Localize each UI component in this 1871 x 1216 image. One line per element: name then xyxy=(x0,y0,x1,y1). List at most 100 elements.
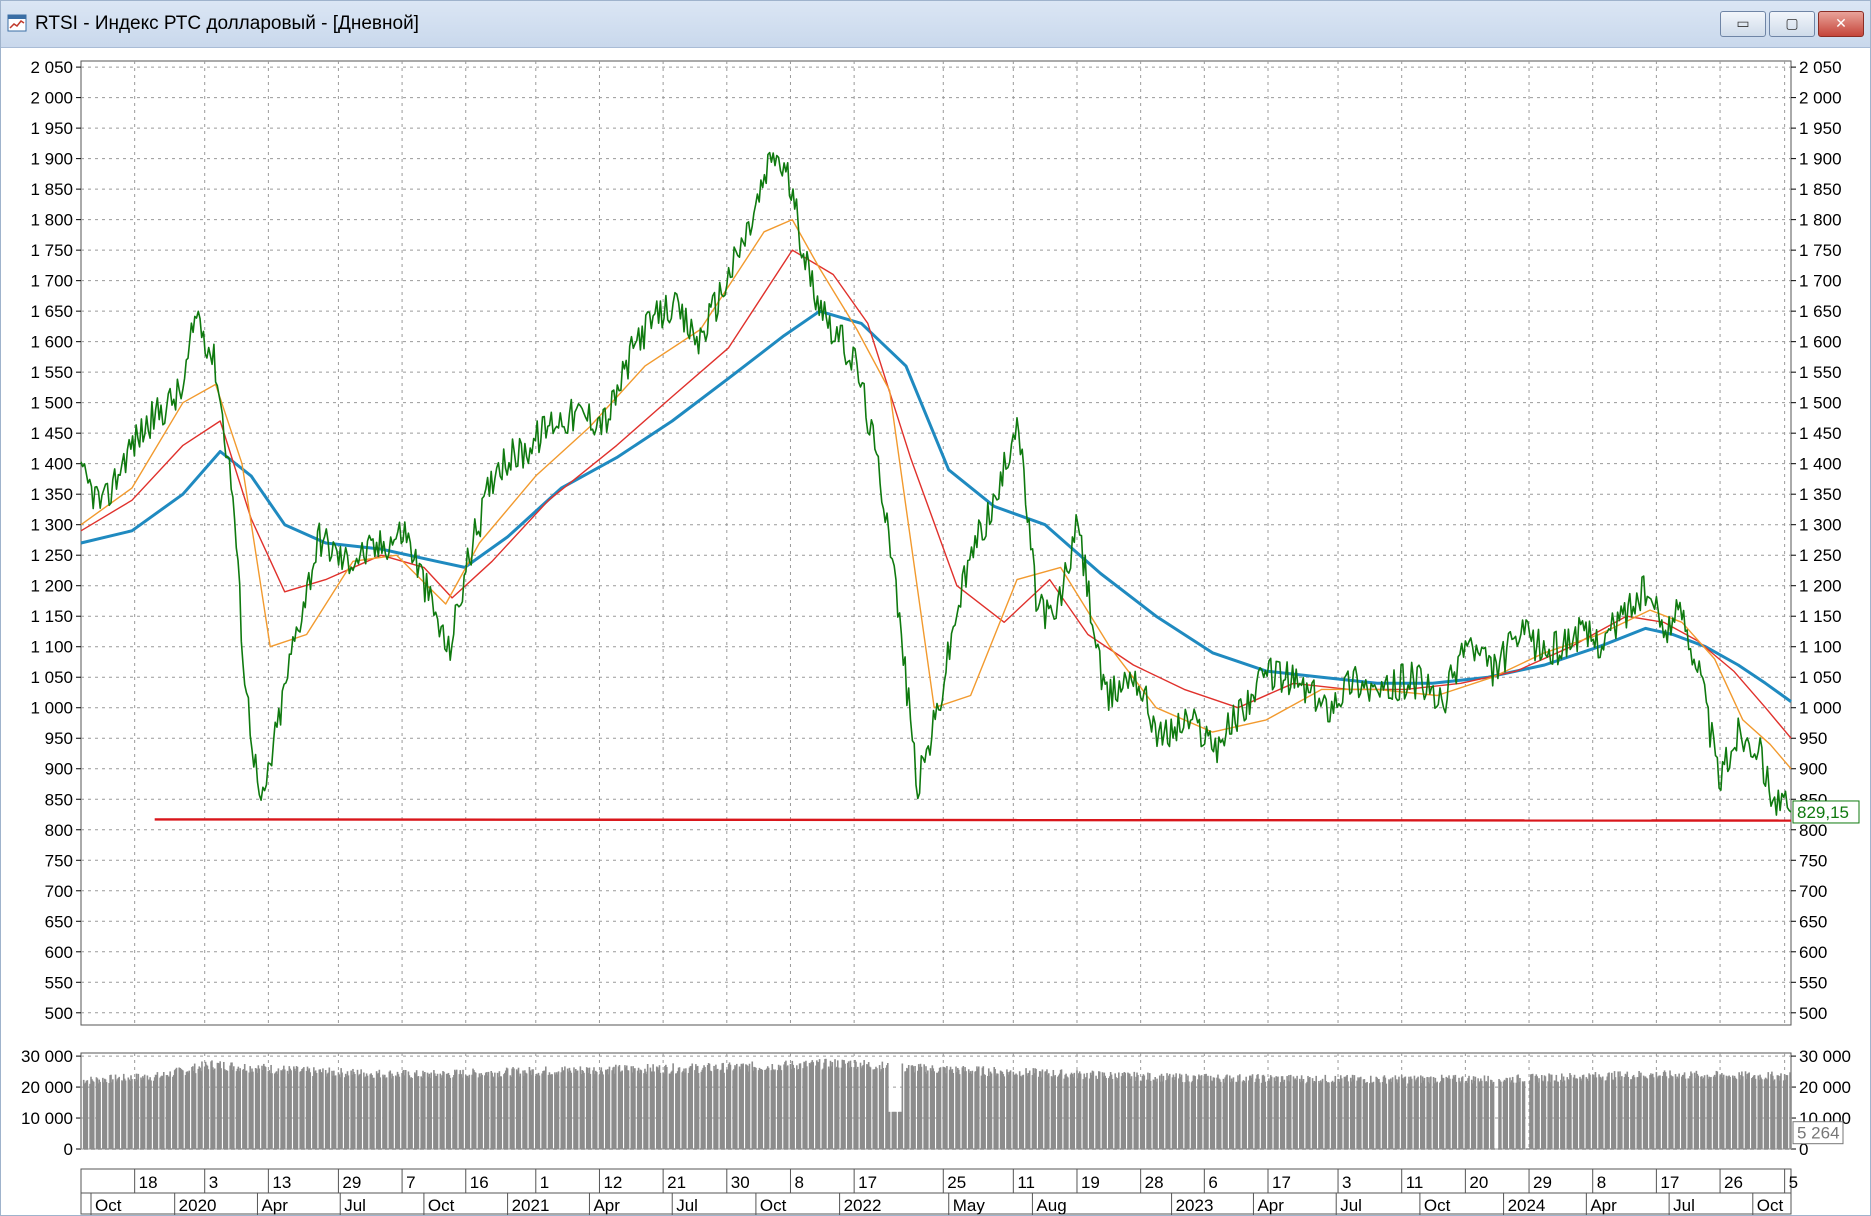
time-axis-day-label: 3 xyxy=(209,1173,218,1192)
price-panel[interactable]: 2 050 2 050 2 000 2 000 1 950 1 950 1 900 1 900… xyxy=(30,58,1860,1026)
y-tick-label-left: 1 200 xyxy=(30,577,73,596)
title-bar[interactable]: RTSI - Индекс РТС долларовый - [Дневной]… xyxy=(1,1,1870,48)
volume-y-tick-label-right: 30 000 xyxy=(1799,1047,1851,1066)
y-tick-label-right: 1 650 xyxy=(1799,302,1842,321)
y-tick-label-right: 1 800 xyxy=(1799,211,1842,230)
y-tick-label-right: 550 xyxy=(1799,973,1827,992)
volume-y-tick-label-right: 20 000 xyxy=(1799,1078,1851,1097)
volume-plot-frame xyxy=(80,1052,1792,1150)
time-axis-day-label: 16 xyxy=(470,1173,489,1192)
time-axis-day-label: 28 xyxy=(1145,1173,1164,1192)
y-tick-label-left: 1 250 xyxy=(30,546,73,565)
volume-panel: 30 000 30 00020 000 20 00010 000 10 0000 05 … xyxy=(21,1047,1851,1159)
support-series-line xyxy=(154,818,1792,822)
y-tick-label-left: 1 550 xyxy=(30,363,73,382)
last-price-label: 829,15 xyxy=(1797,803,1849,822)
time-axis-day-label: 8 xyxy=(794,1173,803,1192)
y-tick-label-right: 1 850 xyxy=(1799,180,1842,199)
last-volume-label: 5 264 xyxy=(1797,1124,1840,1143)
y-tick-label-right: 1 500 xyxy=(1799,394,1842,413)
y-tick-label-left: 1 450 xyxy=(30,424,73,443)
time-axis-month-label: Apr xyxy=(593,1196,620,1215)
time-axis-month-label: Apr xyxy=(1590,1196,1617,1215)
y-tick-label-right: 2 000 xyxy=(1799,89,1842,108)
y-tick-label-left: 1 000 xyxy=(30,699,73,718)
y-tick-label-left: 1 150 xyxy=(30,607,73,626)
y-tick-label-left: 900 xyxy=(45,760,73,779)
volume-y-tick-label-left: 30 000 xyxy=(21,1047,73,1066)
window-title: RTSI - Индекс РТС долларовый - [Дневной] xyxy=(35,13,419,34)
y-tick-label-right: 1 400 xyxy=(1799,455,1842,474)
y-tick-label-right: 1 700 xyxy=(1799,272,1842,291)
y-tick-label-left: 1 900 xyxy=(30,150,73,169)
time-axis-day-label: 30 xyxy=(731,1173,750,1192)
y-tick-label-right: 1 000 xyxy=(1799,699,1842,718)
time-axis-month-label: Oct xyxy=(1757,1196,1784,1215)
time-axis-month-label: Jul xyxy=(676,1196,698,1215)
time-axis-month-label: 2021 xyxy=(512,1196,550,1215)
y-tick-label-left: 2 000 xyxy=(30,89,73,108)
y-tick-label-right: 1 100 xyxy=(1799,638,1842,657)
y-tick-label-right: 950 xyxy=(1799,729,1827,748)
y-tick-label-left: 550 xyxy=(45,973,73,992)
time-axis-month-label: Aug xyxy=(1036,1196,1066,1215)
time-axis-day-label: 3 xyxy=(1342,1173,1351,1192)
chart-area[interactable]: 2 050 2 050 2 000 2 000 1 950 1 950 1 900 1 900… xyxy=(1,47,1870,1215)
time-axis-day-label: 21 xyxy=(667,1173,686,1192)
y-tick-label-right: 1 250 xyxy=(1799,546,1842,565)
time-axis-month-label: Oct xyxy=(428,1196,455,1215)
y-tick-label-right: 2 050 xyxy=(1799,58,1842,77)
time-axis-month-label: 2023 xyxy=(1176,1196,1214,1215)
time-axis-day-label: 26 xyxy=(1724,1173,1743,1192)
y-tick-label-left: 800 xyxy=(45,821,73,840)
volume-y-tick-label-left: 10 000 xyxy=(21,1109,73,1128)
time-axis-month-label: Jul xyxy=(344,1196,366,1215)
time-axis-month-label: 2022 xyxy=(844,1196,882,1215)
y-tick-label-right: 1 550 xyxy=(1799,363,1842,382)
time-axis-day-label: 8 xyxy=(1597,1173,1606,1192)
y-tick-label-left: 500 xyxy=(45,1004,73,1023)
y-tick-label-left: 1 800 xyxy=(30,211,73,230)
y-tick-label-left: 1 500 xyxy=(30,394,73,413)
y-tick-label-right: 1 050 xyxy=(1799,668,1842,687)
y-tick-label-left: 1 400 xyxy=(30,455,73,474)
y-tick-label-right: 1 600 xyxy=(1799,333,1842,352)
time-axis-day-label: 11 xyxy=(1406,1173,1424,1192)
time-axis-month-label: Oct xyxy=(1424,1196,1451,1215)
maximize-button[interactable]: ▢ xyxy=(1769,11,1815,37)
time-axis-month-label: Oct xyxy=(760,1196,787,1215)
y-tick-label-left: 1 700 xyxy=(30,272,73,291)
time-axis-month-label: 2024 xyxy=(1508,1196,1546,1215)
time-axis-day-label: 1 xyxy=(540,1173,549,1192)
y-tick-label-left: 1 750 xyxy=(30,241,73,260)
time-axis-day-label: 20 xyxy=(1469,1173,1488,1192)
y-tick-label-right: 700 xyxy=(1799,882,1827,901)
time-axis-day-label: 13 xyxy=(272,1173,291,1192)
y-tick-label-left: 700 xyxy=(45,882,73,901)
time-axis-month-label: May xyxy=(953,1196,986,1215)
y-tick-label-left: 1 350 xyxy=(30,485,73,504)
y-tick-label-left: 1 950 xyxy=(30,119,73,138)
y-tick-label-right: 500 xyxy=(1799,1004,1827,1023)
volume-y-tick-label-left: 0 xyxy=(64,1140,73,1159)
y-tick-label-right: 1 150 xyxy=(1799,607,1842,626)
time-axis-month-label: Apr xyxy=(1257,1196,1284,1215)
close-button[interactable]: ✕ xyxy=(1818,11,1864,37)
time-axis: 18 3 13 29 7 16 1 12 21 30 8 17 25 11 19 28 6 17 3 11 20 29 8 1… xyxy=(80,1168,1798,1215)
time-axis-day-label: 12 xyxy=(603,1173,622,1192)
time-axis-month-label: Jul xyxy=(1340,1196,1362,1215)
y-tick-label-right: 800 xyxy=(1799,821,1827,840)
time-axis-month-label: Oct xyxy=(95,1196,122,1215)
minimize-button[interactable]: ▭ xyxy=(1720,11,1766,37)
y-tick-label-left: 850 xyxy=(45,790,73,809)
y-tick-label-right: 750 xyxy=(1799,851,1827,870)
y-tick-label-right: 650 xyxy=(1799,912,1827,931)
time-axis-day-label: 7 xyxy=(406,1173,415,1192)
time-axis-day-label: 17 xyxy=(1660,1173,1679,1192)
time-axis-month-label: Apr xyxy=(261,1196,288,1215)
time-axis-day-label: 29 xyxy=(342,1173,361,1192)
y-tick-label-left: 1 300 xyxy=(30,516,73,535)
y-tick-label-right: 600 xyxy=(1799,943,1827,962)
y-tick-label-left: 600 xyxy=(45,943,73,962)
y-tick-label-left: 2 050 xyxy=(30,58,73,77)
